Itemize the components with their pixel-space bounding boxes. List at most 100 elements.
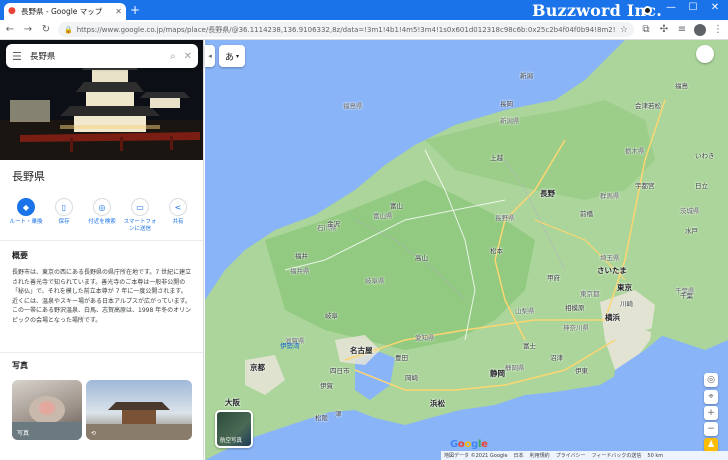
star-icon[interactable]: ☆ bbox=[620, 25, 628, 35]
my-location-icon[interactable]: ⌖ bbox=[704, 390, 718, 404]
map-label: 日立 bbox=[695, 182, 708, 190]
layer-label: 航空写真 bbox=[220, 438, 243, 444]
map-label: 松本 bbox=[490, 247, 503, 255]
overview-text: 長野市は、東京の西にある長野県の県庁所在地です。7 世紀に建立された善光寺で知ら… bbox=[12, 269, 192, 324]
address-bar[interactable]: 🔒 https://www.google.co.jp/maps/place/長野… bbox=[58, 22, 634, 37]
nearby-button[interactable]: ◎ 付近を検索 bbox=[84, 198, 120, 233]
map-label: 神奈川県 bbox=[563, 324, 589, 332]
map-label: 東京都 bbox=[580, 290, 600, 298]
map-label: 岐阜 bbox=[325, 312, 338, 320]
nearby-icon: ◎ bbox=[93, 198, 111, 216]
extension-icon[interactable]: ⧉ bbox=[640, 24, 652, 35]
title-bar: ● 長野県 - Google マップ ✕ + Buzzword Inc. — ☐… bbox=[0, 0, 728, 20]
compass-icon[interactable]: ◎ bbox=[704, 373, 718, 387]
share-icon: < bbox=[169, 198, 187, 216]
directions-icon: ◆ bbox=[17, 198, 35, 216]
map-canvas[interactable]: 福島県 新潟県 長野 長野県 富山県 石川県 福井県 岐阜県 群馬県 栃木県 茨… bbox=[205, 40, 728, 460]
clear-icon[interactable]: ✕ bbox=[184, 51, 192, 62]
zoom-out-button[interactable]: − bbox=[704, 422, 718, 436]
map-data-credit: 地図データ ©2021 Google bbox=[444, 453, 508, 459]
search-input[interactable] bbox=[29, 51, 162, 61]
map-account-avatar[interactable] bbox=[696, 45, 714, 63]
map-pin-icon: ● bbox=[8, 6, 16, 16]
photo-monkey[interactable]: 写真 bbox=[12, 380, 82, 440]
map-label: 宇都宮 bbox=[635, 182, 655, 190]
map-label: 山梨県 bbox=[515, 307, 535, 315]
pegman-icon[interactable]: ♟ bbox=[704, 438, 718, 452]
map-label: 愛知県 bbox=[415, 334, 435, 342]
map-label: 岡崎 bbox=[405, 374, 418, 382]
map-label: 伊東 bbox=[575, 367, 588, 375]
map-label: 伊勢湾 bbox=[280, 342, 300, 350]
map-label: 新潟県 bbox=[500, 117, 520, 125]
map-label: 京都 bbox=[250, 363, 265, 372]
map-label: 福井県 bbox=[290, 267, 310, 275]
divider bbox=[0, 352, 203, 353]
privacy-link[interactable]: プライバシー bbox=[556, 452, 586, 459]
360-icon: ⟲ bbox=[91, 430, 97, 437]
layer-switcher[interactable]: 航空写真 bbox=[215, 410, 253, 448]
save-label: 保存 bbox=[58, 219, 70, 225]
list-icon[interactable]: ≡ bbox=[676, 24, 688, 35]
map-label: 名古屋 bbox=[350, 346, 373, 355]
place-title: 長野県 bbox=[12, 170, 45, 183]
photo-temple[interactable]: ⟲ bbox=[86, 380, 192, 440]
new-tab-button[interactable]: + bbox=[130, 3, 140, 17]
minimize-button[interactable]: — bbox=[664, 2, 678, 13]
map-label: いわき bbox=[695, 152, 715, 160]
map-label: 津 bbox=[335, 410, 342, 418]
forward-icon[interactable]: → bbox=[22, 24, 34, 35]
map-label: 松阪 bbox=[315, 414, 328, 422]
search-icon[interactable]: ⌕ bbox=[170, 51, 176, 62]
window-close-button[interactable]: ✕ bbox=[708, 2, 722, 13]
language-button[interactable]: あ ▾ bbox=[219, 45, 245, 67]
url-text[interactable]: https://www.google.co.jp/maps/place/長野県/… bbox=[77, 25, 616, 35]
browser-tab[interactable]: ● 長野県 - Google マップ ✕ bbox=[4, 3, 126, 20]
photo-label: 写真 bbox=[17, 430, 30, 437]
language-label: あ bbox=[224, 52, 234, 63]
map-label: 福島県 bbox=[343, 102, 363, 110]
photos-heading: 写真 bbox=[12, 361, 28, 370]
menu-icon[interactable]: ☰ bbox=[12, 50, 22, 63]
collapse-panel-button[interactable]: ◂ bbox=[205, 45, 215, 67]
puzzle-icon[interactable]: ✣ bbox=[658, 24, 670, 35]
account-avatar[interactable] bbox=[694, 23, 706, 36]
map-label: 長野県 bbox=[495, 214, 515, 222]
map-label: 栃木県 bbox=[625, 147, 645, 155]
save-button[interactable]: ▯ 保存 bbox=[46, 198, 82, 233]
search-box: ☰ ⌕ ✕ bbox=[6, 44, 198, 68]
map-label: 横浜 bbox=[605, 313, 620, 322]
map-label: 高山 bbox=[415, 254, 428, 262]
scale-label[interactable]: 50 km bbox=[647, 453, 663, 459]
directions-button[interactable]: ◆ ルート・乗換 bbox=[8, 198, 44, 233]
share-button[interactable]: < 共有 bbox=[160, 198, 196, 233]
back-icon[interactable]: ← bbox=[4, 24, 16, 35]
map-label: 静岡 bbox=[490, 369, 505, 378]
map-label: 金沢 bbox=[327, 220, 340, 228]
map-label: 富士 bbox=[523, 342, 536, 350]
kebab-menu-icon[interactable]: ⋮ bbox=[712, 24, 724, 35]
map-label: 長岡 bbox=[500, 100, 513, 108]
maximize-button[interactable]: ☐ bbox=[686, 2, 700, 13]
map-label: 相模原 bbox=[565, 304, 585, 312]
reload-icon[interactable]: ↻ bbox=[40, 24, 52, 35]
feedback-link[interactable]: フィードバックの送信 bbox=[591, 452, 641, 459]
profile-icon[interactable] bbox=[643, 6, 652, 15]
map-footer: 地図データ ©2021 Google 日本 利用規約 プライバシー フィードバッ… bbox=[441, 451, 728, 460]
zoom-in-button[interactable]: + bbox=[704, 406, 718, 420]
map-label: 豊田 bbox=[395, 354, 408, 362]
map-label: 福井 bbox=[295, 252, 308, 260]
map-label: 茨城県 bbox=[680, 207, 700, 215]
map-label: 埼玉県 bbox=[600, 254, 620, 262]
temple-illustration bbox=[86, 402, 192, 440]
country-link[interactable]: 日本 bbox=[514, 452, 524, 459]
send-to-phone-label: スマートフォンに送信 bbox=[123, 219, 157, 232]
overview-heading: 概要 bbox=[12, 251, 28, 260]
map-label: 富山 bbox=[390, 202, 403, 210]
tab-title: 長野県 - Google マップ bbox=[21, 7, 103, 16]
map-label: 水戸 bbox=[685, 227, 698, 235]
send-to-phone-button[interactable]: ▭ スマートフォンに送信 bbox=[122, 198, 158, 233]
terms-link[interactable]: 利用規約 bbox=[530, 452, 550, 459]
map-label: 甲府 bbox=[547, 274, 560, 282]
tab-close-icon[interactable]: ✕ bbox=[115, 7, 122, 16]
